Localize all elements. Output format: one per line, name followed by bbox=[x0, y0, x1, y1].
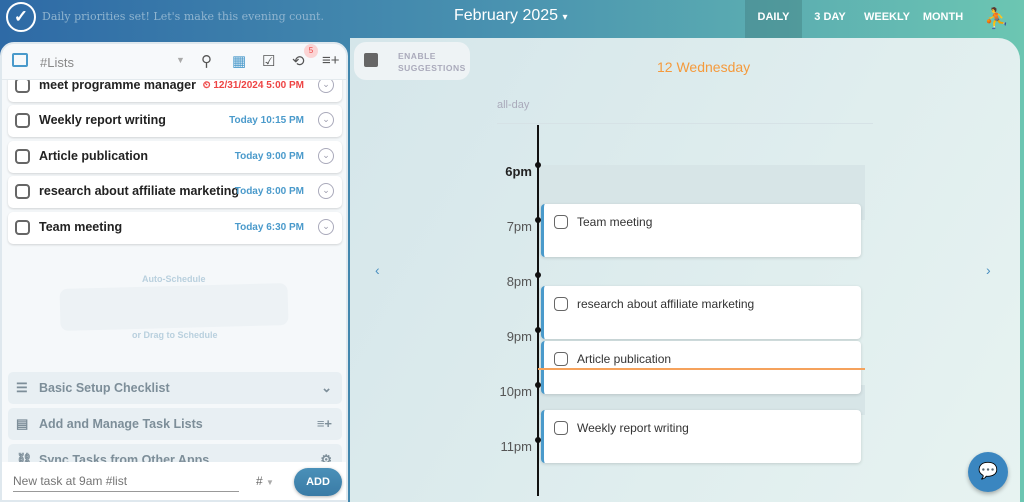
event-title: research about affiliate marketing bbox=[577, 297, 755, 311]
add-list-icon: ≡+ bbox=[316, 416, 332, 431]
hour-tick bbox=[535, 162, 541, 168]
app-logo-icon[interactable]: ✓ bbox=[6, 2, 36, 32]
calendar-icon[interactable]: ▦ bbox=[232, 52, 246, 70]
motivation-message: Daily priorities set! Let's make this ev… bbox=[42, 10, 324, 23]
task-item[interactable]: research about affiliate marketing Today… bbox=[8, 176, 342, 208]
calendar-event[interactable]: Team meeting bbox=[541, 203, 861, 257]
caret-down-icon: ▾ bbox=[562, 12, 568, 23]
history-icon[interactable]: ⟲ bbox=[292, 52, 305, 70]
all-day-divider bbox=[497, 123, 873, 124]
schedule-illustration bbox=[59, 283, 289, 331]
enable-suggestions-button[interactable]: ENABLE SUGGESTIONS bbox=[354, 42, 470, 80]
task-list-panel: #Lists ▼ ⚲ ▦ ☑ ⟲ 5 ≡+ meet programme man… bbox=[0, 42, 348, 502]
event-checkbox[interactable] bbox=[554, 352, 568, 366]
top-bar: ✓ Daily priorities set! Let's make this … bbox=[0, 0, 1024, 38]
task-composer: # ▼ ADD bbox=[2, 462, 346, 500]
task-item[interactable]: Article publication Today 9:00 PM ⌄ bbox=[8, 141, 342, 173]
section-label: Add and Manage Task Lists bbox=[39, 417, 203, 431]
task-item[interactable]: Team meeting Today 6:30 PM ⌄ bbox=[8, 212, 342, 244]
expand-chevron-icon[interactable]: ⌄ bbox=[318, 112, 334, 128]
list-icon: ▤ bbox=[16, 416, 29, 431]
view-daily[interactable]: DAILY bbox=[745, 0, 802, 38]
history-badge: 5 bbox=[304, 44, 318, 58]
expand-chevron-icon[interactable]: ⌄ bbox=[318, 219, 334, 235]
event-title: Team meeting bbox=[577, 214, 653, 229]
task-time: Today 8:00 PM bbox=[235, 186, 304, 197]
list-dropdown-caret-icon[interactable]: ▼ bbox=[176, 55, 185, 65]
inbox-icon[interactable] bbox=[12, 53, 28, 67]
month-label: February 2025 bbox=[454, 7, 559, 24]
task-time-label: 12/31/2024 5:00 PM bbox=[213, 80, 304, 91]
view-3day[interactable]: 3 DAY bbox=[806, 0, 854, 38]
suggestions-icon bbox=[364, 53, 378, 67]
task-time: Today 6:30 PM bbox=[235, 222, 304, 233]
prev-day-chevron-icon[interactable]: ‹ bbox=[375, 262, 380, 278]
suggestions-line1: ENABLE bbox=[398, 51, 436, 61]
task-time-label: Today 8:00 PM bbox=[234, 186, 304, 197]
calendar-event[interactable]: research about affiliate marketing bbox=[541, 286, 861, 339]
task-checkbox[interactable] bbox=[15, 184, 30, 199]
event-checkbox[interactable] bbox=[554, 297, 568, 311]
auto-schedule-hint: Auto-Schedule bbox=[142, 274, 206, 284]
tag-select[interactable]: # ▼ bbox=[256, 474, 274, 488]
expand-chevron-icon[interactable]: ⌄ bbox=[318, 183, 334, 199]
event-checkbox[interactable] bbox=[554, 420, 568, 435]
overdue-clock-icon: ⏲ bbox=[202, 80, 214, 91]
task-name: Article publication bbox=[39, 149, 149, 163]
event-checkbox[interactable] bbox=[554, 214, 568, 229]
hour-label: 8pm bbox=[506, 274, 532, 289]
drag-schedule-hint: or Drag to Schedule bbox=[132, 330, 218, 340]
expand-chevron-icon[interactable]: ⌄ bbox=[318, 148, 334, 164]
new-task-input[interactable] bbox=[13, 474, 239, 492]
hour-label: 10pm bbox=[499, 384, 532, 399]
task-time-label: Today 6:30 PM bbox=[234, 222, 304, 233]
hour-label: 6pm bbox=[505, 164, 532, 179]
task-name: Weekly report writing bbox=[39, 113, 166, 127]
list-toolbar: #Lists ▼ ⚲ ▦ ☑ ⟲ 5 ≡+ bbox=[2, 44, 346, 80]
task-item[interactable]: Weekly report writing Today 10:15 PM ⌄ bbox=[8, 105, 342, 137]
hour-label: 9pm bbox=[506, 329, 532, 344]
section-task-lists[interactable]: ▤ Add and Manage Task Lists ≡+ bbox=[8, 408, 342, 440]
task-checkbox[interactable] bbox=[15, 78, 30, 93]
task-name: meet programme manager bbox=[39, 78, 197, 92]
add-list-icon[interactable]: ≡+ bbox=[322, 52, 340, 69]
checklist-icon: ☰ bbox=[16, 380, 28, 395]
chevron-down-icon: ⌄ bbox=[321, 380, 332, 395]
task-time: Today 10:15 PM bbox=[229, 115, 304, 126]
add-task-button[interactable]: ADD bbox=[294, 468, 342, 496]
hour-tick bbox=[535, 272, 541, 278]
task-time: ⏲ 12/31/2024 5:00 PM bbox=[203, 80, 304, 91]
view-month[interactable]: MONTH bbox=[918, 0, 968, 38]
event-title: Weekly report writing bbox=[577, 420, 689, 435]
current-time-line bbox=[538, 368, 865, 370]
suggestions-line2: SUGGESTIONS bbox=[398, 63, 466, 73]
next-day-chevron-icon[interactable]: › bbox=[986, 262, 991, 278]
zen-mode-icon[interactable]: ⛹ bbox=[984, 6, 1009, 31]
section-basic-setup[interactable]: ☰ Basic Setup Checklist ⌄ bbox=[8, 372, 342, 404]
tag-label: # bbox=[256, 474, 263, 488]
hour-label: 11pm bbox=[500, 439, 532, 454]
month-selector[interactable]: February 2025 ▾ bbox=[454, 7, 568, 25]
event-title: Article publication bbox=[577, 352, 672, 366]
day-title: 12 Wednesday bbox=[657, 59, 751, 75]
all-day-label: all-day bbox=[497, 99, 530, 111]
task-checkbox[interactable] bbox=[15, 220, 30, 235]
view-weekly[interactable]: WEEKLY bbox=[860, 0, 914, 38]
hour-label: 7pm bbox=[506, 219, 532, 234]
task-checkbox[interactable] bbox=[15, 113, 30, 128]
task-time-label: Today 10:15 PM bbox=[229, 115, 304, 126]
section-label: Basic Setup Checklist bbox=[39, 381, 170, 395]
task-checkbox[interactable] bbox=[15, 149, 30, 164]
caret-down-icon: ▼ bbox=[266, 478, 274, 487]
list-select[interactable]: #Lists bbox=[40, 55, 74, 70]
task-time: Today 9:00 PM bbox=[235, 151, 304, 162]
chat-support-button[interactable]: 💬 bbox=[968, 452, 1008, 492]
completed-check-icon[interactable]: ☑ bbox=[262, 52, 275, 70]
calendar-event[interactable]: Weekly report writing bbox=[541, 409, 861, 463]
task-name: research about affiliate marketing bbox=[39, 184, 240, 198]
search-icon[interactable]: ⚲ bbox=[201, 52, 212, 70]
task-name: Team meeting bbox=[39, 220, 123, 234]
task-time-label: Today 9:00 PM bbox=[234, 151, 304, 162]
suggestions-label: ENABLE SUGGESTIONS bbox=[398, 50, 466, 74]
